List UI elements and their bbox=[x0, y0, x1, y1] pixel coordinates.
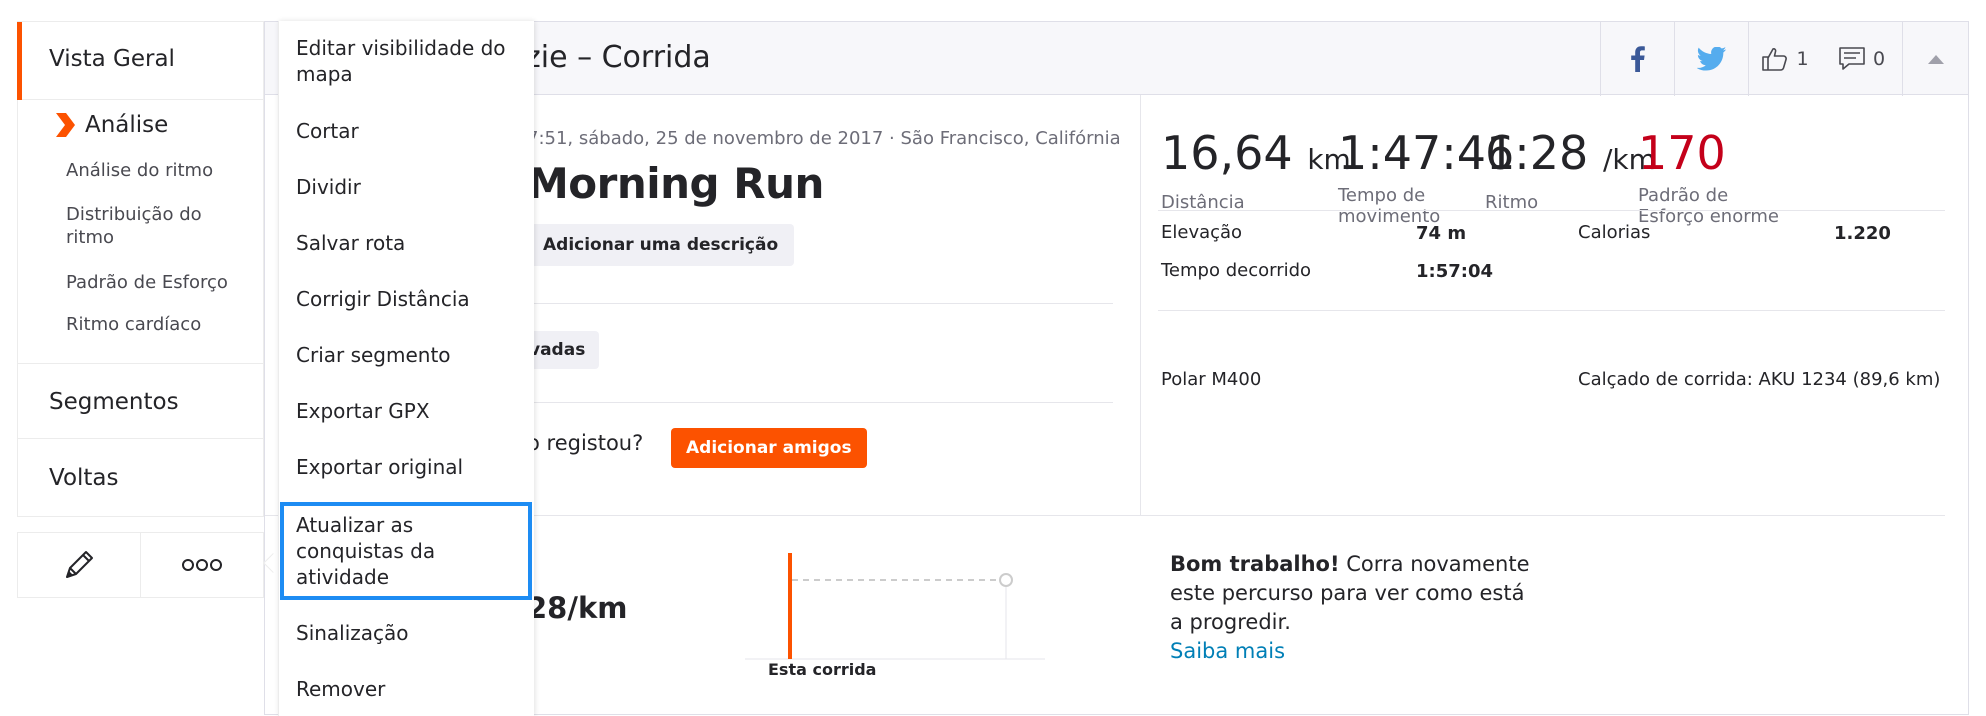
menu-item-refresh-achievements[interactable]: Atualizar as conquistas da atividade bbox=[280, 502, 532, 600]
column-divider bbox=[1140, 95, 1141, 515]
menu-item-export-original[interactable]: Exportar original bbox=[296, 454, 528, 480]
stat-effort: 170 Padrão de Esforço enorme bbox=[1638, 125, 1798, 227]
more-actions-button[interactable] bbox=[140, 533, 263, 597]
stat-distance-value: 16,64 bbox=[1161, 126, 1293, 180]
comparison-pace: 28/km bbox=[527, 591, 628, 625]
stat-effort-label: Padrão de Esforço enorme bbox=[1638, 185, 1779, 227]
activity-name: Morning Run bbox=[527, 159, 824, 208]
nav-laps-label: Voltas bbox=[49, 465, 119, 491]
nav-laps[interactable]: Voltas bbox=[18, 439, 263, 517]
chart-this-run-label: Esta corrida bbox=[768, 660, 877, 679]
chevron-right-icon bbox=[56, 113, 75, 137]
kudos-button[interactable]: vadas bbox=[527, 331, 600, 369]
thumbs-up-icon bbox=[1762, 48, 1788, 71]
good-job-label: Bom trabalho! bbox=[1170, 552, 1340, 576]
likes-count: 1 bbox=[1796, 48, 1809, 70]
menu-item-crop[interactable]: Cortar bbox=[296, 118, 528, 144]
nav-segments[interactable]: Segmentos bbox=[18, 363, 263, 439]
nav-overview-label: Vista Geral bbox=[49, 46, 175, 72]
elapsed-time-value: 1:57:04 bbox=[1416, 261, 1494, 282]
menu-item-split[interactable]: Dividir bbox=[296, 174, 528, 200]
comment-icon bbox=[1839, 47, 1865, 70]
calories-label: Calorias bbox=[1578, 222, 1651, 243]
stat-pace-value: 6:28 bbox=[1485, 126, 1589, 180]
nav-overview[interactable]: Vista Geral bbox=[17, 22, 263, 100]
page-title: zie – Corrida bbox=[525, 40, 711, 75]
social-actions: 1 0 bbox=[1600, 22, 1968, 96]
stat-effort-value: 170 bbox=[1638, 126, 1726, 180]
menu-item-correct-distance[interactable]: Corrigir Distância bbox=[296, 286, 528, 312]
divider bbox=[527, 303, 1113, 304]
device-name: Polar M400 bbox=[1161, 369, 1262, 390]
activity-datetime-location: 7:51, sábado, 25 de novembro de 2017 · S… bbox=[527, 128, 1121, 149]
nav-segments-label: Segmentos bbox=[49, 389, 179, 415]
comments-count: 0 bbox=[1872, 48, 1886, 70]
comparison-chart bbox=[745, 553, 1045, 660]
menu-item-flag[interactable]: Sinalização bbox=[296, 620, 528, 646]
who-recorded-text: o registou? bbox=[527, 431, 644, 455]
elevation-value: 74 m bbox=[1416, 223, 1467, 244]
facebook-icon bbox=[1630, 46, 1645, 72]
share-twitter-button[interactable] bbox=[1674, 22, 1748, 96]
nav-heart-rate[interactable]: Ritmo cardíaco bbox=[66, 313, 236, 336]
nav-analysis-label: Análise bbox=[85, 112, 169, 138]
stat-moving-time-value: 1:47:41 bbox=[1338, 126, 1516, 180]
nav-pace-analysis[interactable]: Análise do ritmo bbox=[66, 159, 236, 182]
encouragement-text: Bom trabalho! Corra novamente este percu… bbox=[1170, 550, 1530, 666]
menu-item-delete[interactable]: Remover bbox=[296, 676, 528, 702]
divider bbox=[527, 402, 1113, 403]
nav-analysis[interactable]: Análise bbox=[54, 112, 168, 138]
edit-button[interactable] bbox=[18, 533, 140, 597]
stat-distance: 16,64 km Distância bbox=[1161, 125, 1351, 213]
divider bbox=[1158, 310, 1945, 311]
nav-effort[interactable]: Padrão de Esforço bbox=[66, 271, 236, 294]
nav-pace-distribution[interactable]: Distribuição do ritmo bbox=[66, 203, 236, 249]
comment-button[interactable]: 0 bbox=[1822, 22, 1902, 96]
activity-toolbar bbox=[17, 532, 264, 598]
menu-item-export-gpx[interactable]: Exportar GPX bbox=[296, 398, 528, 424]
ellipsis-icon bbox=[182, 559, 222, 571]
collapse-button[interactable] bbox=[1902, 22, 1968, 96]
activity-sidebar: Vista Geral Análise Análise do ritmo Dis… bbox=[17, 21, 264, 517]
like-button[interactable]: 1 bbox=[1748, 22, 1822, 96]
divider bbox=[1158, 210, 1945, 211]
elapsed-time-label: Tempo decorrido bbox=[1161, 260, 1312, 281]
learn-more-link[interactable]: Saiba mais bbox=[1170, 637, 1530, 666]
pencil-icon bbox=[66, 551, 93, 578]
add-friends-button[interactable]: Adicionar amigos bbox=[671, 428, 867, 468]
calories-value: 1.220 bbox=[1834, 223, 1891, 244]
menu-item-edit-map-visibility[interactable]: Editar visibilidade do mapa bbox=[296, 35, 528, 87]
share-facebook-button[interactable] bbox=[1600, 22, 1674, 96]
stat-moving-time: 1:47:41 Tempo de movimento bbox=[1338, 125, 1516, 227]
triangle-up-icon bbox=[1927, 55, 1944, 64]
menu-item-save-route[interactable]: Salvar rota bbox=[296, 230, 528, 256]
add-description-button[interactable]: Adicionar uma descrição bbox=[527, 224, 795, 266]
chart-target-point bbox=[999, 573, 1013, 587]
elevation-label: Elevação bbox=[1161, 222, 1243, 243]
more-actions-menu: Editar visibilidade do mapa Cortar Divid… bbox=[278, 21, 534, 716]
shoes-info: Calçado de corrida: AKU 1234 (89,6 km) bbox=[1578, 369, 1941, 390]
stat-moving-time-label: Tempo de movimento bbox=[1338, 185, 1441, 227]
menu-item-create-segment[interactable]: Criar segmento bbox=[296, 342, 528, 368]
stat-pace: 6:28 /km Ritmo bbox=[1485, 125, 1656, 213]
twitter-icon bbox=[1696, 47, 1726, 71]
